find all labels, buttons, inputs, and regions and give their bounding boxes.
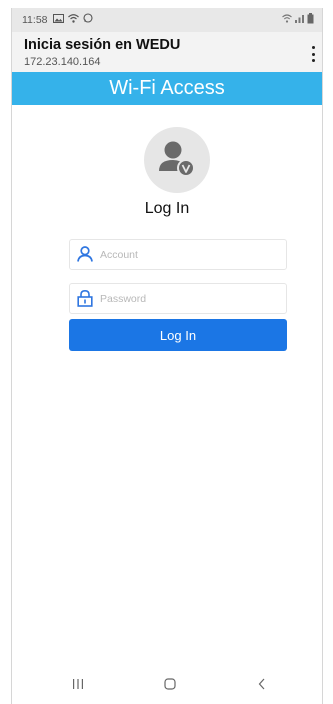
- phone-screen: 11:58 Inicia sesión en WEDU 172.23.140.1…: [11, 8, 323, 704]
- battery-icon: [307, 13, 314, 27]
- status-time: 11:58: [22, 14, 48, 26]
- status-bar: 11:58: [12, 8, 322, 32]
- status-icons-right: [282, 13, 314, 27]
- wifi-icon: [282, 14, 292, 26]
- password-input[interactable]: [100, 284, 280, 313]
- recent-apps-icon[interactable]: [66, 672, 90, 696]
- android-nav-bar: [12, 664, 322, 704]
- login-heading: Log In: [144, 200, 190, 217]
- wifi-access-banner: Wi-Fi Access: [12, 72, 322, 105]
- page-title: Inicia sesión en WEDU: [24, 37, 181, 53]
- home-icon[interactable]: [158, 672, 182, 696]
- lock-icon: [76, 289, 94, 307]
- back-icon[interactable]: [250, 672, 274, 696]
- user-icon: [76, 245, 94, 263]
- login-button[interactable]: Log In: [69, 319, 287, 351]
- user-avatar-icon: [144, 127, 210, 193]
- url-address[interactable]: 172.23.140.164: [24, 56, 100, 68]
- wifi-icon: [68, 13, 79, 26]
- signal-icon: [295, 14, 304, 26]
- account-field[interactable]: [69, 239, 287, 270]
- image-icon: [53, 13, 64, 26]
- status-icons-left: [53, 13, 93, 26]
- whatsapp-icon: [83, 13, 93, 26]
- password-field[interactable]: [69, 283, 287, 314]
- more-vert-icon[interactable]: [310, 46, 316, 62]
- browser-url-bar[interactable]: Inicia sesión en WEDU 172.23.140.164: [12, 32, 322, 72]
- account-input[interactable]: [100, 240, 280, 269]
